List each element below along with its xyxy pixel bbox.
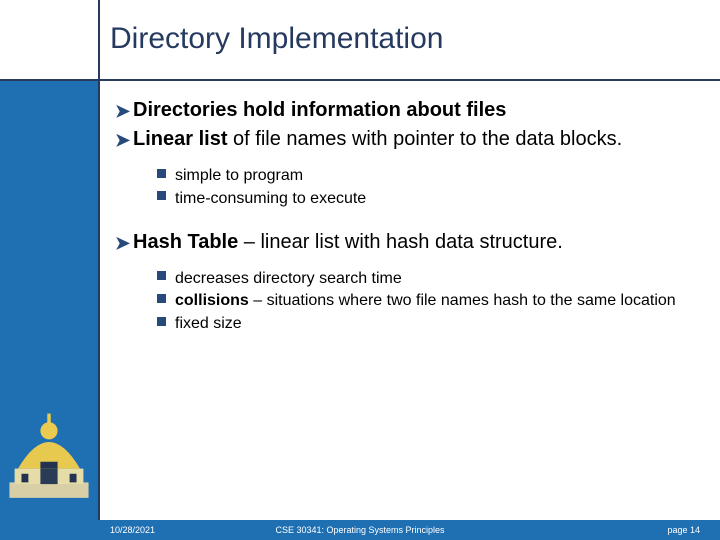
footer-page: page 14 [667, 525, 700, 535]
bullet-remainder: of file names with pointer to the data b… [227, 128, 622, 150]
bullet-level2: time-consuming to execute [157, 189, 695, 210]
bullet-text: Hash Table – linear list with hash data … [133, 230, 695, 255]
bullet-text: time-consuming to execute [175, 189, 695, 210]
arrow-icon: ➤ [115, 100, 133, 123]
dome-logo-icon [6, 406, 92, 502]
term-strong: Hash Table [133, 231, 238, 253]
bullet-remainder: – situations where two file names hash t… [249, 292, 676, 309]
bullet-remainder: – linear list with hash data structure. [238, 231, 563, 253]
bullet-text: Directories hold information about files [133, 98, 695, 123]
bullet-text: decreases directory search time [175, 269, 695, 290]
bullet-text: simple to program [175, 166, 695, 187]
footer-date: 10/28/2021 [110, 525, 155, 535]
bullet-level2: collisions – situations where two file n… [157, 291, 695, 312]
term-strong: collisions [175, 292, 249, 309]
bullet-level2: simple to program [157, 166, 695, 187]
arrow-icon: ➤ [115, 129, 133, 152]
square-icon [157, 314, 175, 328]
bullet-text: Linear list of file names with pointer t… [133, 127, 695, 152]
horizontal-rule [0, 79, 720, 81]
slide: Directory Implementation ➤ Directories h… [0, 0, 720, 540]
slide-title: Directory Implementation [110, 22, 443, 56]
square-icon [157, 291, 175, 305]
term-strong: Linear list [133, 128, 227, 150]
content-area: ➤ Directories hold information about fil… [115, 98, 695, 337]
footer-bar: 10/28/2021 CSE 30341: Operating Systems … [0, 520, 720, 540]
bullet-text: fixed size [175, 314, 695, 335]
bullet-level1: ➤ Hash Table – linear list with hash dat… [115, 230, 695, 255]
vertical-rule [98, 0, 100, 540]
bullet-text: collisions – situations where two file n… [175, 291, 695, 312]
arrow-icon: ➤ [115, 232, 133, 255]
bullet-level1: ➤ Linear list of file names with pointer… [115, 127, 695, 152]
title-area: Directory Implementation [0, 0, 720, 79]
square-icon [157, 269, 175, 283]
square-icon [157, 189, 175, 203]
bullet-level2: decreases directory search time [157, 269, 695, 290]
bullet-level1: ➤ Directories hold information about fil… [115, 98, 695, 123]
footer-course: CSE 30341: Operating Systems Principles [275, 525, 444, 535]
bullet-level2: fixed size [157, 314, 695, 335]
square-icon [157, 166, 175, 180]
